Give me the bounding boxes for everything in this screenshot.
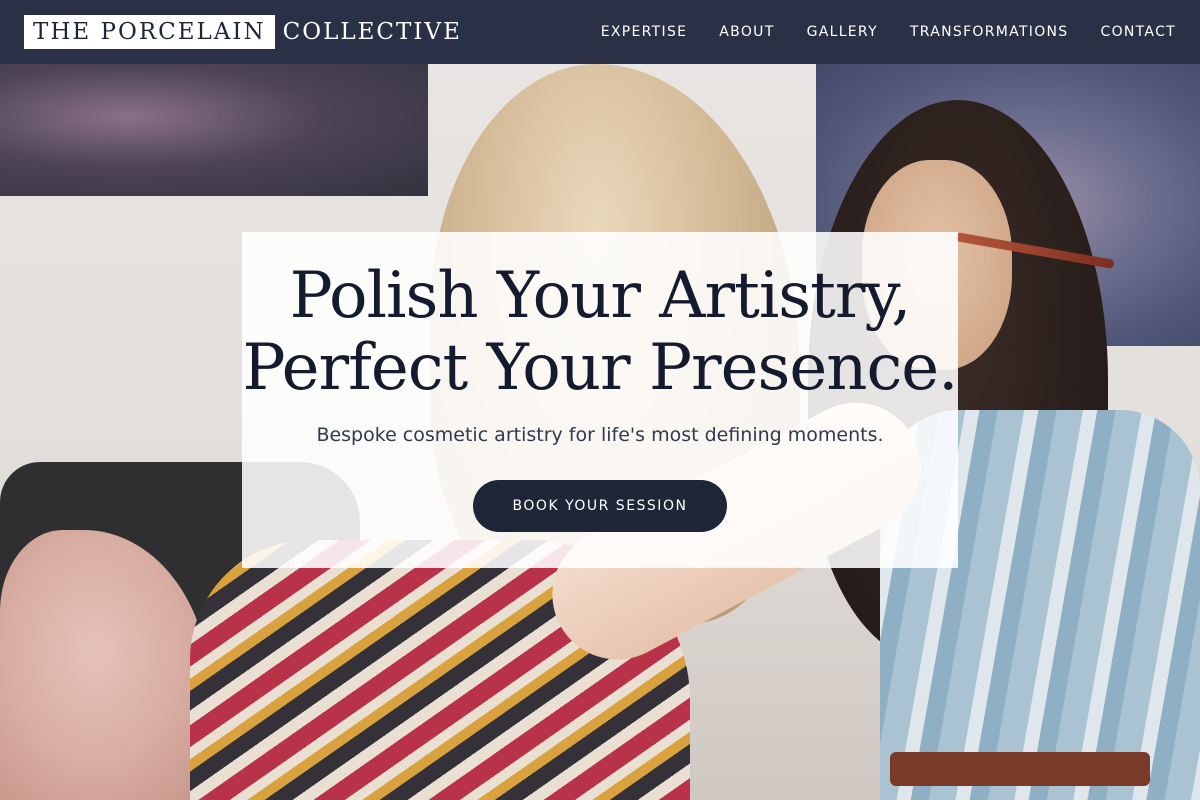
wall-painting-left <box>0 64 428 196</box>
nav-link-gallery[interactable]: GALLERY <box>807 24 878 40</box>
client-belt <box>890 752 1150 786</box>
logo-plain-text: COLLECTIVE <box>282 19 462 45</box>
nav-link-contact[interactable]: CONTACT <box>1101 24 1177 40</box>
book-session-button[interactable]: BOOK YOUR SESSION <box>473 480 727 532</box>
main-nav: EXPERTISE ABOUT GALLERY TRANSFORMATIONS … <box>601 24 1176 40</box>
nav-link-expertise[interactable]: EXPERTISE <box>601 24 688 40</box>
hero-card: Polish Your Artistry, Perfect Your Prese… <box>242 232 959 568</box>
logo-boxed-text: THE PORCELAIN <box>24 15 275 49</box>
hero-title: Polish Your Artistry, Perfect Your Prese… <box>242 260 958 404</box>
hero-subtitle: Bespoke cosmetic artistry for life's mos… <box>316 424 884 446</box>
top-navbar: THE PORCELAIN COLLECTIVE EXPERTISE ABOUT… <box>0 0 1200 64</box>
hero-title-line-2: Perfect Your Presence. <box>242 331 958 405</box>
hero-title-line-1: Polish Your Artistry, <box>289 259 912 333</box>
brand-logo[interactable]: THE PORCELAIN COLLECTIVE <box>24 15 462 49</box>
nav-link-about[interactable]: ABOUT <box>719 24 774 40</box>
nav-link-transformations[interactable]: TRANSFORMATIONS <box>910 24 1069 40</box>
